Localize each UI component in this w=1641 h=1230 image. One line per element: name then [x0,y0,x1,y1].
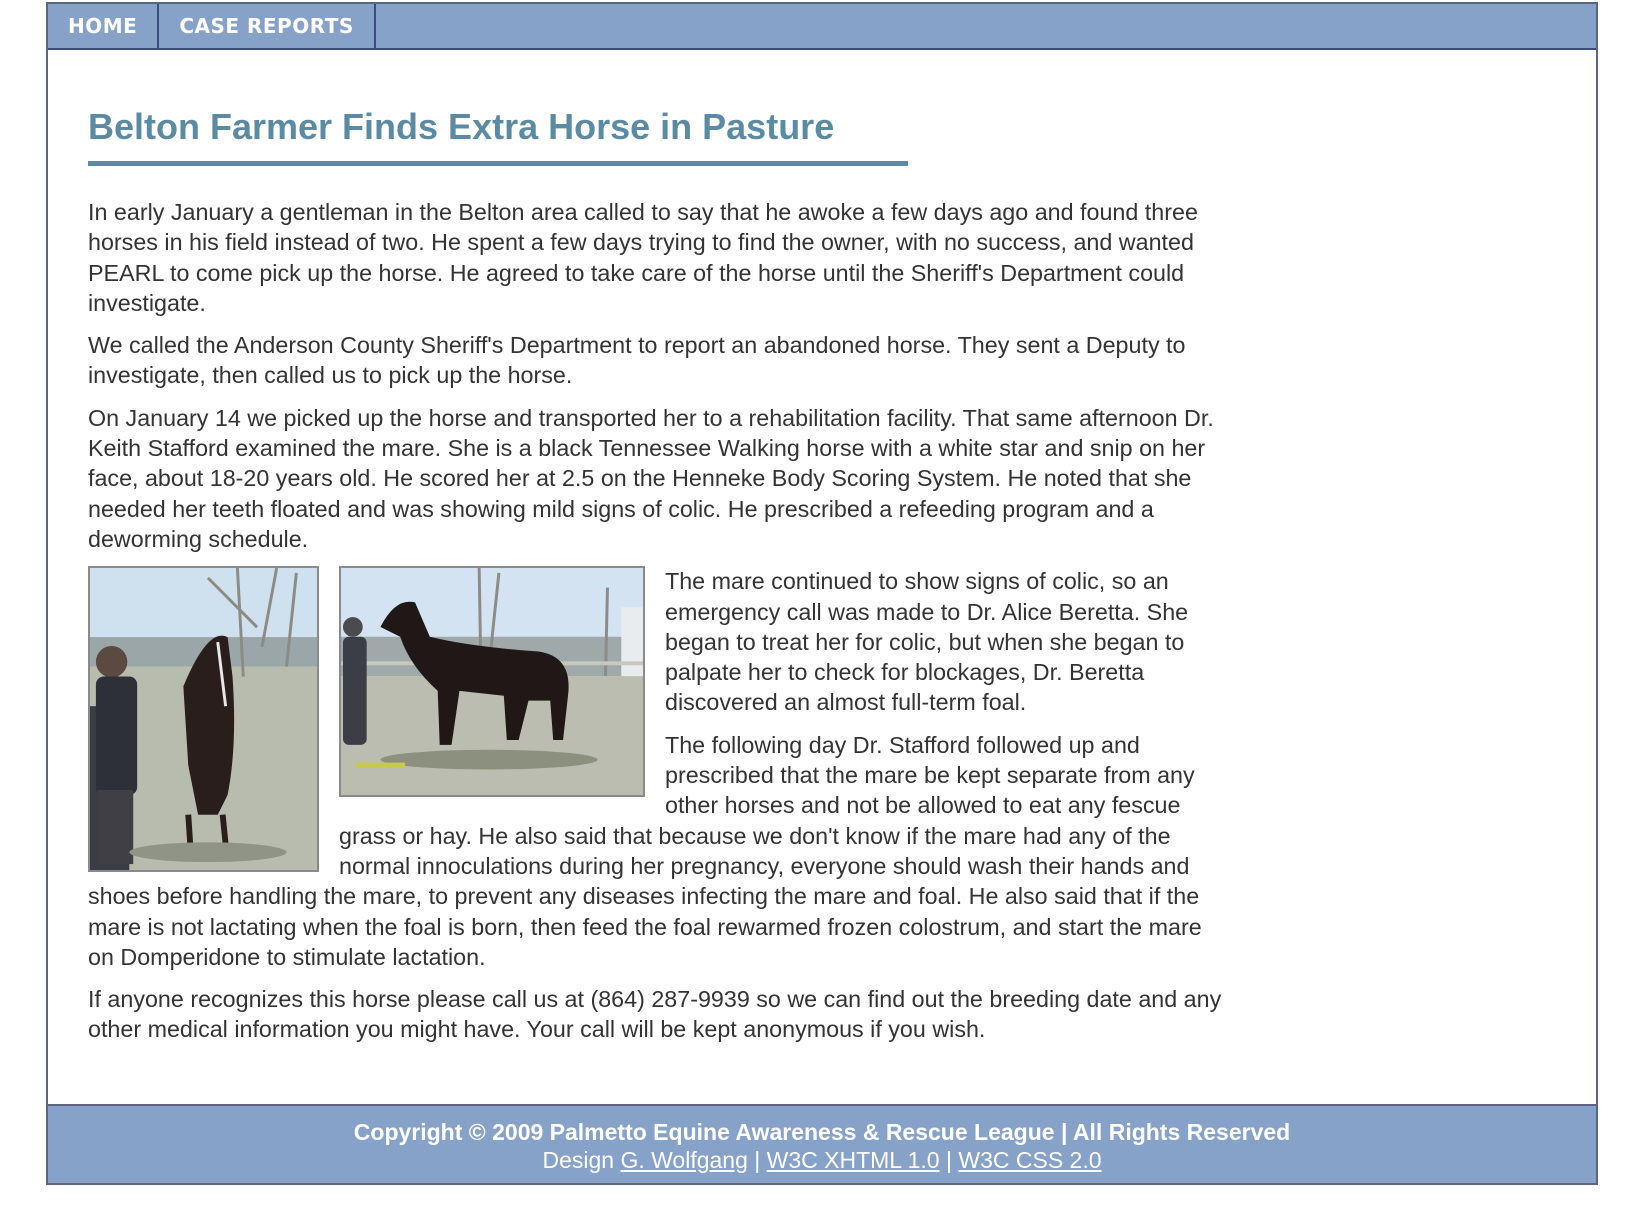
article-paragraph: If anyone recognizes this horse please c… [88,986,1222,1043]
top-navigation: HOME CASE REPORTS [48,4,1596,50]
horse-photo-landscape-image [341,568,643,796]
article-paragraph: On January 14 we picked up the horse and… [88,404,1214,552]
w3c-xhtml-link[interactable]: W3C XHTML 1.0 [767,1147,940,1173]
article-paragraph: In early January a gentleman in the Belt… [88,199,1198,316]
footer-credits: Design G. Wolfgang | W3C XHTML 1.0 | W3C… [48,1146,1596,1174]
page-title: Belton Farmer Finds Extra Horse in Pastu… [88,104,908,166]
footer: Copyright © 2009 Palmetto Equine Awarene… [48,1104,1596,1183]
page-frame: HOME CASE REPORTS Belton Farmer Finds Ex… [46,2,1598,1185]
footer-separator: | [939,1147,959,1173]
horse-photo-portrait [88,566,319,873]
footer-design-label: Design [542,1147,621,1173]
w3c-css-link[interactable]: W3C CSS 2.0 [958,1147,1101,1173]
horse-photo-portrait-image [90,568,317,871]
article-paragraph: We called the Anderson County Sheriff's … [88,332,1186,389]
footer-copyright: Copyright © 2009 Palmetto Equine Awarene… [353,1119,1291,1145]
horse-photo-landscape [339,566,645,798]
footer-separator: | [747,1147,767,1173]
article-body: In early January a gentleman in the Belt… [88,197,1228,1057]
nav-home-link[interactable]: HOME [48,4,160,48]
nav-case-reports-link[interactable]: CASE REPORTS [159,4,376,48]
designer-link[interactable]: G. Wolfgang [620,1147,747,1173]
